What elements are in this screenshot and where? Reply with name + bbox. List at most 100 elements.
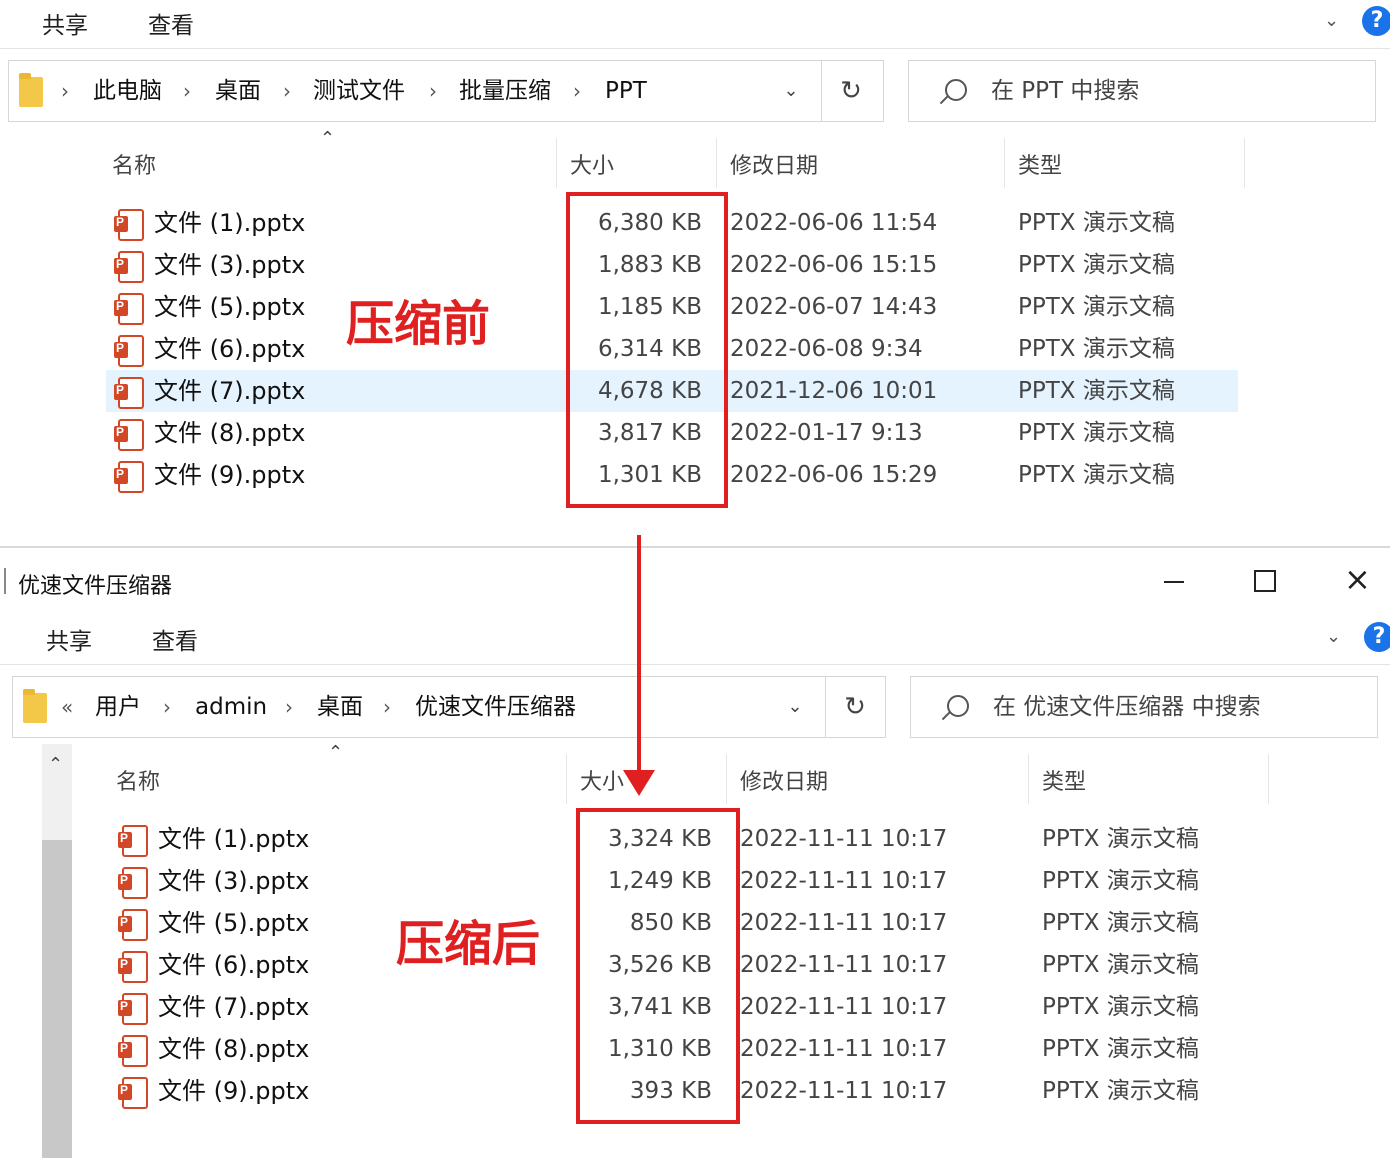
file-type: PPTX 演示文稿 [1018,294,1175,320]
address-bar[interactable]: › 此电脑 › 桌面 › 测试文件 › 批量压缩 › PPT ⌄ ↻ [8,60,884,122]
chevron-right-icon[interactable]: › [429,61,437,121]
scroll-up-arrow-icon[interactable]: ⌃ [48,754,63,775]
file-explorer-before: 共享 查看 ⌄ ? › 此电脑 › 桌面 › 测试文件 › 批量压缩 › PPT… [0,0,1390,546]
maximize-icon[interactable] [1254,570,1276,592]
help-icon[interactable]: ? [1364,622,1390,652]
breadcrumb-desktop[interactable]: 桌面 [215,61,261,121]
column-divider[interactable] [1244,138,1245,188]
column-divider[interactable] [716,138,717,188]
file-modified-date: 2022-06-06 11:54 [730,210,938,236]
powerpoint-file-icon [118,909,148,941]
search-input[interactable]: 在 优速文件压缩器 中搜索 [993,677,1261,737]
file-name[interactable]: 文件 (5).pptx [154,286,305,328]
file-modified-date: 2022-06-08 9:34 [730,336,923,362]
ribbon-tab-share[interactable]: 共享 [42,6,88,40]
annotation-arrow-shaft [637,535,641,775]
annotation-after: 压缩后 [396,916,541,972]
column-header-size[interactable]: 大小 [580,764,624,796]
powerpoint-file-icon [114,335,144,367]
file-name[interactable]: 文件 (6).pptx [158,944,309,986]
minimize-icon[interactable] [1164,581,1184,583]
refresh-icon[interactable]: ↻ [821,61,881,121]
powerpoint-file-icon [118,1035,148,1067]
ribbon-tab-view[interactable]: 查看 [152,622,198,656]
file-name[interactable]: 文件 (3).pptx [158,860,309,902]
search-box[interactable]: 在 优速文件压缩器 中搜索 [910,676,1378,738]
file-name[interactable]: 文件 (3).pptx [154,244,305,286]
help-icon[interactable]: ? [1362,6,1390,36]
search-input[interactable]: 在 PPT 中搜索 [991,61,1139,121]
file-name[interactable]: 文件 (1).pptx [154,202,305,244]
column-header-date[interactable]: 修改日期 [730,148,818,180]
ribbon-tab-view[interactable]: 查看 [148,6,194,40]
file-explorer-after: 优速文件压缩器 × 共享 查看 ⌄ ? « 用户 › admin › 桌面 › … [0,548,1390,1158]
breadcrumb-batch-compress[interactable]: 批量压缩 [459,61,551,121]
sort-ascending-icon: ⌃ [320,128,336,149]
search-icon [945,79,967,101]
search-icon [947,695,969,717]
column-divider[interactable] [556,138,557,188]
file-name[interactable]: 文件 (5).pptx [158,902,309,944]
powerpoint-file-icon [118,993,148,1025]
file-name[interactable]: 文件 (7).pptx [154,370,305,412]
column-header-type[interactable]: 类型 [1018,148,1062,180]
column-header-size[interactable]: 大小 [570,148,614,180]
file-type: PPTX 演示文稿 [1042,1078,1199,1104]
file-modified-date: 2022-11-11 10:17 [740,910,948,936]
chevron-right-icon[interactable]: › [383,677,391,737]
file-type: PPTX 演示文稿 [1042,910,1199,936]
file-modified-date: 2022-11-11 10:17 [740,994,948,1020]
chevron-right-icon[interactable]: › [283,61,291,121]
file-name[interactable]: 文件 (1).pptx [158,818,309,860]
breadcrumb-overflow-icon[interactable]: « [61,677,73,737]
column-divider[interactable] [566,754,567,804]
chevron-right-icon[interactable]: › [285,677,293,737]
chevron-right-icon[interactable]: › [573,61,581,121]
search-box[interactable]: 在 PPT 中搜索 [908,60,1376,122]
file-name[interactable]: 文件 (7).pptx [158,986,309,1028]
file-name[interactable]: 文件 (8).pptx [158,1028,309,1070]
address-bar[interactable]: « 用户 › admin › 桌面 › 优速文件压缩器 ⌄ ↻ [12,676,886,738]
annotation-before: 压缩前 [346,296,491,352]
chevron-right-icon[interactable]: › [163,677,171,737]
file-type: PPTX 演示文稿 [1042,952,1199,978]
breadcrumb-compressor-folder[interactable]: 优速文件压缩器 [415,677,576,737]
breadcrumb-users[interactable]: 用户 [95,677,141,737]
column-header-name[interactable]: 名称 [116,764,160,796]
column-divider[interactable] [1004,138,1005,188]
powerpoint-file-icon [114,461,144,493]
address-dropdown-chevron-icon[interactable]: ⌄ [765,677,826,737]
file-modified-date: 2022-11-11 10:17 [740,1078,948,1104]
file-modified-date: 2022-06-06 15:29 [730,462,938,488]
column-divider[interactable] [1268,754,1269,804]
column-header-type[interactable]: 类型 [1042,764,1086,796]
chevron-right-icon[interactable]: › [183,61,191,121]
column-header-date[interactable]: 修改日期 [740,764,828,796]
column-divider[interactable] [1028,754,1029,804]
file-name[interactable]: 文件 (6).pptx [154,328,305,370]
ribbon-expand-chevron-icon[interactable]: ⌄ [1324,10,1339,31]
address-dropdown-chevron-icon[interactable]: ⌄ [761,61,822,121]
refresh-icon[interactable]: ↻ [825,677,885,737]
close-icon[interactable]: × [1344,560,1371,598]
column-divider[interactable] [726,754,727,804]
column-header-name[interactable]: 名称 [112,148,156,180]
file-type: PPTX 演示文稿 [1042,1036,1199,1062]
ribbon-tab-share[interactable]: 共享 [46,622,92,656]
file-type: PPTX 演示文稿 [1018,252,1175,278]
powerpoint-file-icon [118,867,148,899]
breadcrumb-admin[interactable]: admin [195,677,267,737]
breadcrumb-desktop[interactable]: 桌面 [317,677,363,737]
file-name[interactable]: 文件 (9).pptx [158,1070,309,1112]
powerpoint-file-icon [118,951,148,983]
breadcrumb-this-pc[interactable]: 此电脑 [93,61,162,121]
file-name[interactable]: 文件 (8).pptx [154,412,305,454]
breadcrumb-ppt[interactable]: PPT [605,61,647,121]
chevron-right-icon[interactable]: › [61,61,69,121]
breadcrumb-test-files[interactable]: 测试文件 [313,61,405,121]
file-modified-date: 2022-06-06 15:15 [730,252,938,278]
powerpoint-file-icon [118,1077,148,1109]
file-name[interactable]: 文件 (9).pptx [154,454,305,496]
ribbon-expand-chevron-icon[interactable]: ⌄ [1326,626,1341,647]
ribbon-divider [0,48,1390,49]
